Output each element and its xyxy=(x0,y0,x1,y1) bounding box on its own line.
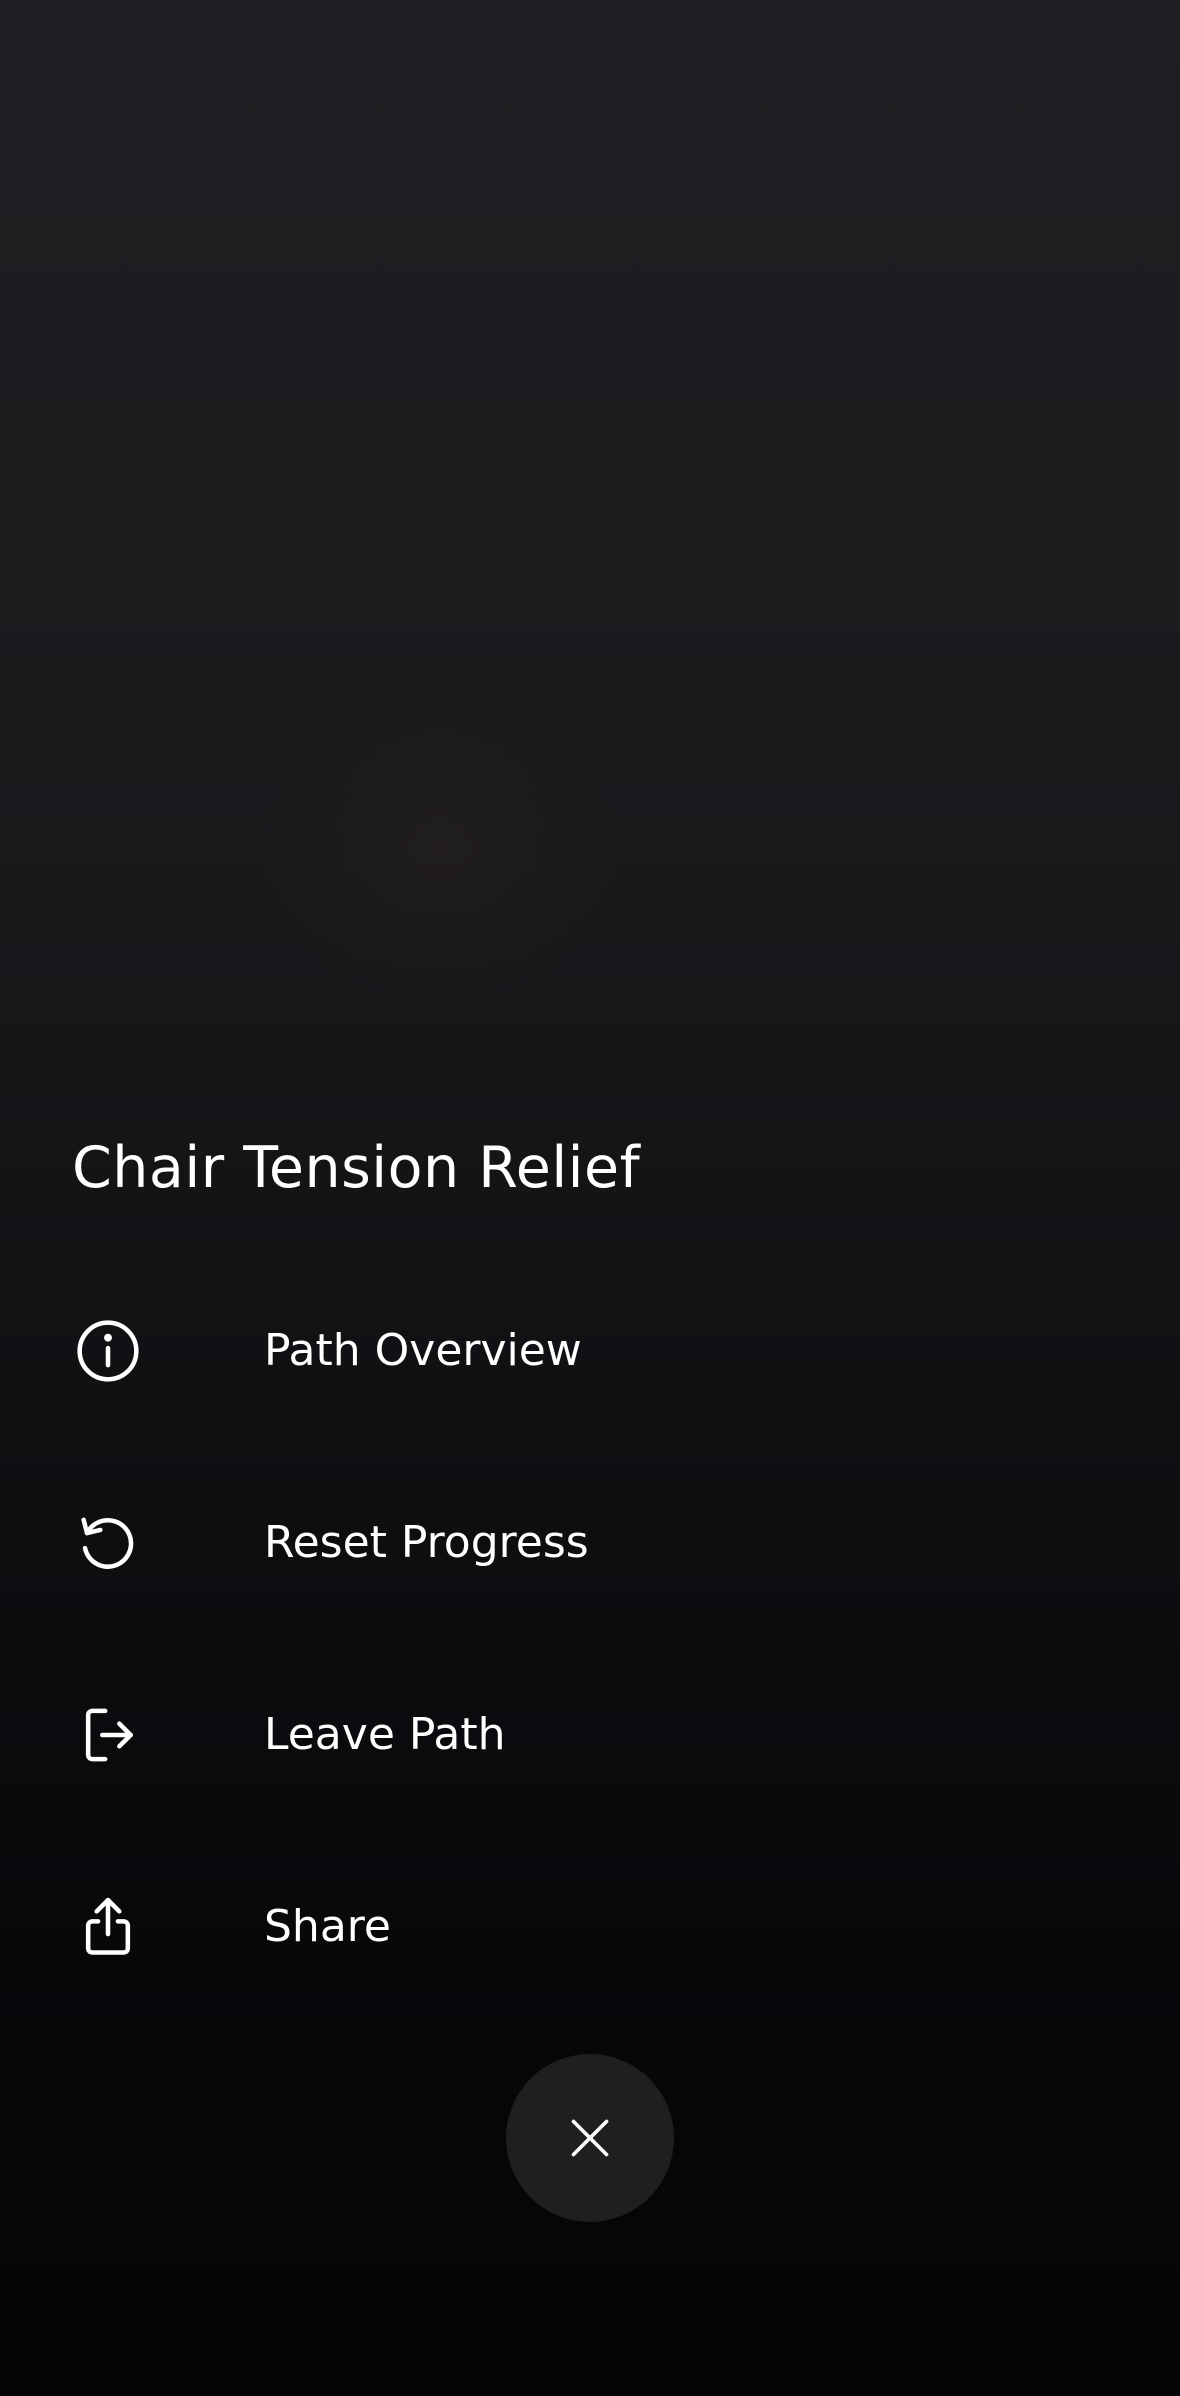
path-options-screen: Chair Tension Relief Path Overview Reset… xyxy=(0,0,1180,2396)
close-button[interactable] xyxy=(506,2054,674,2222)
menu-item-share[interactable]: Share xyxy=(72,1831,1108,2023)
menu-item-path-overview[interactable]: Path Overview xyxy=(72,1255,1108,1447)
options-menu: Path Overview Reset Progress Leave Path xyxy=(72,1255,1108,2023)
menu-item-label: Reset Progress xyxy=(264,1517,589,1568)
menu-title: Chair Tension Relief xyxy=(72,1135,641,1201)
menu-item-leave-path[interactable]: Leave Path xyxy=(72,1639,1108,1831)
close-icon xyxy=(571,2119,609,2157)
menu-item-label: Leave Path xyxy=(264,1709,506,1760)
share-icon xyxy=(72,1891,144,1963)
menu-item-label: Path Overview xyxy=(264,1325,582,1376)
menu-item-reset-progress[interactable]: Reset Progress xyxy=(72,1447,1108,1639)
info-icon xyxy=(72,1315,144,1387)
menu-item-label: Share xyxy=(264,1901,391,1952)
reset-icon xyxy=(72,1507,144,1579)
exit-icon xyxy=(72,1699,144,1771)
